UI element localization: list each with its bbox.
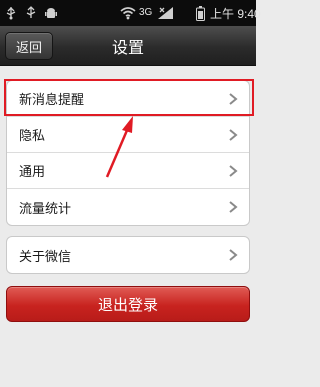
settings-item-label: 隐私 — [19, 129, 46, 144]
battery-icon — [196, 4, 205, 22]
settings-item-privacy[interactable]: 隐私 — [7, 117, 249, 153]
chevron-right-icon — [229, 165, 238, 177]
settings-item-label: 流量统计 — [19, 201, 72, 217]
usb-icon — [4, 4, 18, 22]
settings-item-data-usage[interactable]: 流量统计 — [7, 189, 249, 225]
chevron-right-icon — [229, 201, 238, 213]
back-button[interactable]: 返回 — [5, 32, 53, 60]
chevron-right-icon — [229, 249, 238, 261]
network-type: 3G — [139, 7, 153, 18]
signal-icon — [157, 4, 175, 22]
android-icon — [44, 4, 58, 22]
settings-item-label: 关于微信 — [19, 249, 72, 265]
settings-item-label: 通用 — [19, 165, 46, 180]
wifi-icon — [120, 4, 136, 22]
chevron-right-icon — [229, 93, 238, 105]
status-bar: 3G 上午 9:40 — [0, 0, 261, 26]
title-bar: 返回 设置 — [0, 26, 256, 66]
settings-group-about: 关于微信 — [6, 236, 250, 274]
settings-group-main: 新消息提醒 隐私 通用 流量统计 — [6, 80, 250, 226]
status-time: 上午 9:40 — [210, 7, 261, 21]
settings-item-new-message-alerts[interactable]: 新消息提醒 — [7, 81, 249, 117]
settings-item-about-wechat[interactable]: 关于微信 — [7, 237, 249, 273]
logout-button[interactable]: 退出登录 — [6, 286, 250, 322]
usb-debug-icon — [24, 4, 38, 22]
chevron-right-icon — [229, 129, 238, 141]
settings-item-label: 新消息提醒 — [19, 93, 85, 108]
settings-item-general[interactable]: 通用 — [7, 153, 249, 189]
